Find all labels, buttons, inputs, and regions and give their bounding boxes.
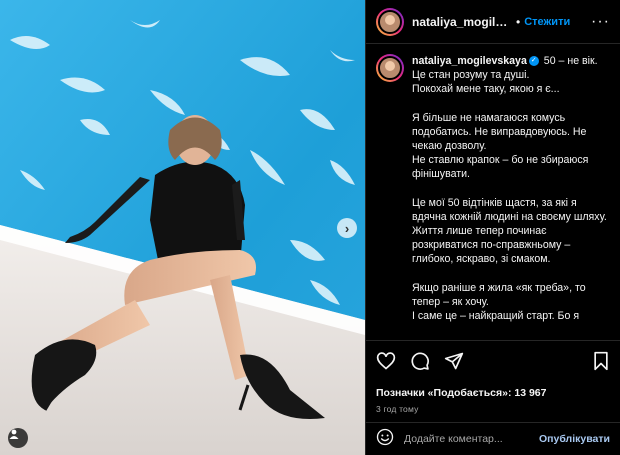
caption-text: nataliya_mogilevskaya ✓ 50 – не вік. Це с…: [412, 54, 610, 340]
post-timestamp[interactable]: 3 год тому: [376, 404, 610, 414]
post-details-panel: nataliya_mogilevs... • Стежити ··· natal…: [365, 0, 620, 455]
tagged-users-button[interactable]: [8, 428, 28, 448]
post-image[interactable]: ›: [0, 0, 365, 455]
more-options-icon[interactable]: ···: [591, 13, 610, 31]
caption-section: nataliya_mogilevskaya ✓ 50 – не вік. Це с…: [366, 44, 620, 340]
caption-avatar[interactable]: [376, 54, 404, 82]
user-icon: [9, 429, 19, 439]
action-icons: [376, 349, 610, 373]
avatar[interactable]: [376, 7, 404, 36]
actions-section: Позначки «Подобається»: 13 967 3 год том…: [366, 340, 620, 422]
author-username[interactable]: nataliya_mogilevs...: [412, 15, 512, 29]
caption-paragraph: nataliya_mogilevskaya ✓ 50 – не вік. Це с…: [412, 55, 598, 96]
chevron-right-icon: ›: [344, 220, 350, 236]
next-image-button[interactable]: ›: [337, 218, 357, 238]
comment-input[interactable]: Додайте коментар...: [404, 433, 539, 445]
photo-illustration: [0, 0, 365, 455]
comment-icon[interactable]: [410, 351, 430, 371]
follow-button[interactable]: Стежити: [524, 16, 570, 28]
emoji-icon[interactable]: [376, 428, 394, 451]
comment-bar: Додайте коментар... Опублікувати: [366, 422, 620, 455]
share-icon[interactable]: [444, 351, 464, 371]
caption-username[interactable]: nataliya_mogilevskaya: [412, 55, 527, 67]
caption-paragraph: Якщо раніше я жила «як треба», то тепер …: [412, 281, 586, 323]
verified-badge-icon: ✓: [528, 56, 539, 67]
bookmark-icon[interactable]: [592, 351, 610, 371]
caption-paragraph: Це мої 50 відтінків щастя, за які я вдяч…: [412, 196, 607, 266]
publish-button[interactable]: Опублікувати: [539, 433, 610, 445]
likes-count[interactable]: Позначки «Подобається»: 13 967: [376, 387, 610, 399]
post-dialog: › nataliya_mogilevs... • Стежити ··· nat…: [0, 0, 620, 455]
post-header: nataliya_mogilevs... • Стежити ···: [366, 0, 620, 44]
heart-icon[interactable]: [376, 351, 396, 371]
caption-paragraph: Я більше не намагаюся комусь подобатись.…: [412, 111, 589, 181]
separator-dot: •: [516, 14, 521, 29]
